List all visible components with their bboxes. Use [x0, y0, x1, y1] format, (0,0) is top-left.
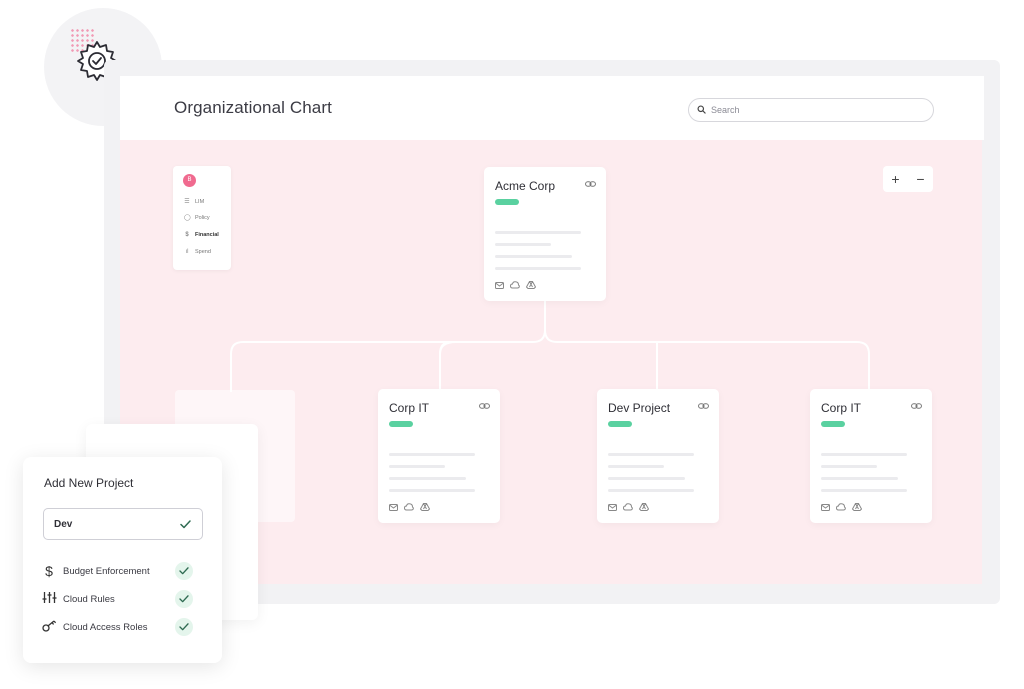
placeholder-line: [389, 477, 466, 480]
mail-icon: [389, 503, 398, 511]
card-provider-icons: [821, 503, 862, 511]
placeholder-line: [821, 465, 877, 468]
zoom-controls: + −: [883, 166, 933, 192]
status-tag: [608, 421, 632, 427]
dollar-icon: $: [45, 563, 53, 579]
placeholder-line: [608, 477, 685, 480]
placeholder-line: [608, 453, 694, 456]
sliders-icon: [41, 591, 57, 607]
nav-item-financial[interactable]: $ Financial: [184, 232, 219, 238]
option-budget-enforcement[interactable]: $ Budget Enforcement: [41, 563, 150, 579]
card-provider-icons: [608, 503, 649, 511]
drive-icon: [852, 503, 862, 511]
org-card-root[interactable]: Acme Corp: [484, 167, 606, 301]
nav-item-label: Policy: [195, 214, 210, 221]
nav-item-lim[interactable]: ☰ LIM: [184, 198, 205, 206]
card-provider-icons: [495, 281, 536, 289]
placeholder-line: [495, 255, 572, 258]
add-project-panel: Add New Project Dev $ Budget Enforcement…: [23, 457, 222, 663]
option-cloud-access-roles[interactable]: Cloud Access Roles: [41, 619, 147, 635]
mail-icon: [495, 281, 504, 289]
link-icon: [479, 403, 490, 409]
placeholder-line: [495, 231, 581, 234]
placeholder-line: [389, 489, 475, 492]
drive-icon: [526, 281, 536, 289]
check-icon: [175, 590, 193, 608]
mail-icon: [821, 503, 830, 511]
project-name-field[interactable]: Dev: [43, 508, 203, 540]
placeholder-line: [608, 489, 694, 492]
card-title: Dev Project: [608, 401, 671, 415]
shield-icon: ◯: [184, 215, 191, 221]
placeholder-line: [495, 243, 551, 246]
drive-icon: [420, 503, 430, 511]
nav-item-label: LIM: [195, 198, 205, 205]
card-title: Corp IT: [389, 401, 430, 415]
cloud-icon: [623, 503, 633, 511]
placeholder-line: [389, 465, 445, 468]
check-icon: [175, 618, 193, 636]
zoom-in-button[interactable]: +: [891, 171, 899, 187]
check-icon: [175, 562, 193, 580]
cloud-icon: [510, 281, 520, 289]
option-label: Cloud Rules: [63, 593, 115, 605]
avatar[interactable]: B: [183, 174, 196, 187]
card-title: Acme Corp: [495, 179, 556, 193]
link-icon: [911, 403, 922, 409]
nav-item-policy[interactable]: ◯ Policy: [184, 214, 210, 222]
link-icon: [698, 403, 709, 409]
cloud-icon: [404, 503, 414, 511]
card-provider-icons: [389, 503, 430, 511]
status-tag: [495, 199, 519, 205]
option-cloud-rules[interactable]: Cloud Rules: [41, 591, 115, 607]
cloud-icon: [836, 503, 846, 511]
mail-icon: [608, 503, 617, 511]
placeholder-line: [389, 453, 475, 456]
zoom-out-button[interactable]: −: [916, 171, 924, 187]
status-tag: [821, 421, 845, 427]
placeholder-line: [821, 477, 898, 480]
link-icon: [585, 181, 596, 187]
drive-icon: [639, 503, 649, 511]
org-card-child[interactable]: Corp IT: [810, 389, 932, 523]
side-nav: B ☰ LIM ◯ Policy $ Financial ıl Spend: [173, 166, 231, 270]
nav-item-label: Financial: [195, 232, 219, 238]
check-icon: [176, 515, 194, 533]
status-tag: [389, 421, 413, 427]
panel-title: Add New Project: [44, 476, 134, 490]
card-title: Corp IT: [821, 401, 862, 415]
bar-chart-icon: ıl: [185, 249, 189, 255]
dollar-icon: $: [185, 232, 189, 238]
org-card-child[interactable]: Dev Project: [597, 389, 719, 523]
placeholder-line: [495, 267, 581, 270]
nav-item-spend[interactable]: ıl Spend: [184, 249, 211, 255]
key-icon: [41, 619, 57, 635]
nav-item-label: Spend: [195, 249, 211, 255]
option-label: Cloud Access Roles: [63, 621, 148, 633]
org-card-child[interactable]: Corp IT: [378, 389, 500, 523]
project-name-value: Dev: [54, 519, 73, 530]
option-label: Budget Enforcement: [63, 565, 150, 577]
placeholder-line: [821, 489, 907, 492]
placeholder-line: [608, 465, 664, 468]
placeholder-line: [821, 453, 907, 456]
list-icon: ☰: [184, 199, 190, 205]
